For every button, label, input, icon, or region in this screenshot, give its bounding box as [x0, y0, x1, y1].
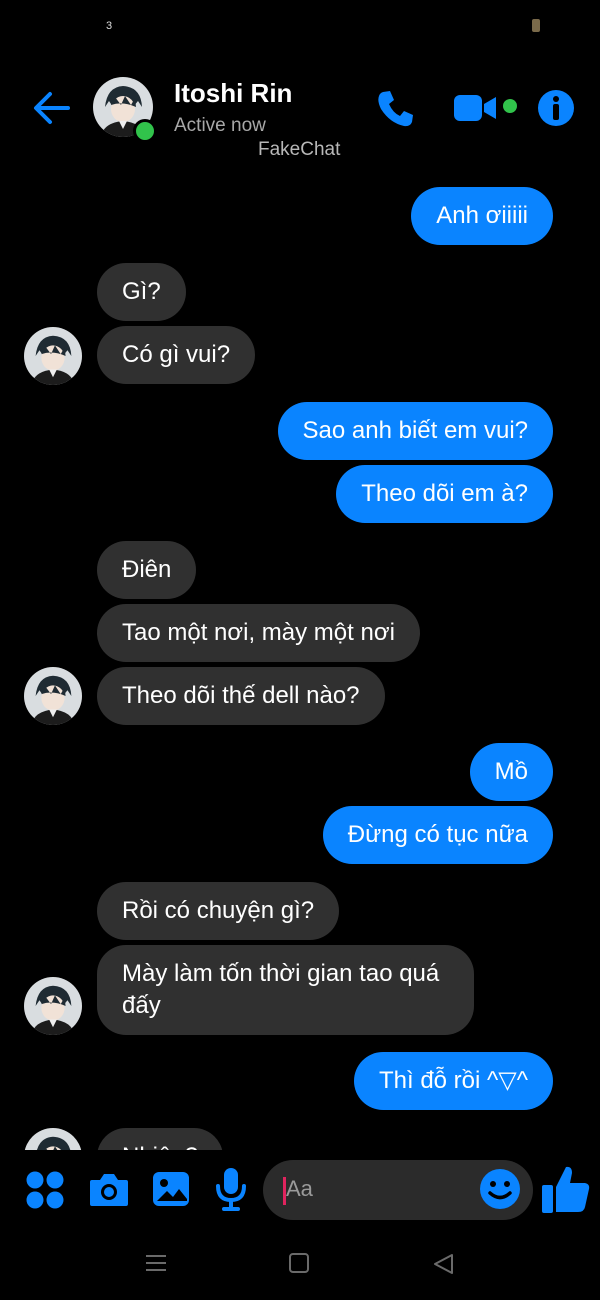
- camera-icon[interactable]: [88, 1170, 130, 1210]
- message-sent[interactable]: Đừng có tục nữa: [322, 806, 553, 864]
- active-status: Active now: [174, 115, 266, 136]
- message-received[interactable]: Mày làm tốn thời gian tao quá đấy: [97, 945, 475, 1035]
- watermark: FakeChat: [258, 139, 341, 160]
- video-online-dot: [503, 99, 517, 113]
- message-received[interactable]: Nhiêu?: [97, 1128, 224, 1150]
- message-received[interactable]: Gì?: [97, 263, 186, 321]
- message-input-placeholder: Aa: [286, 1176, 313, 1201]
- message-sent[interactable]: Mồ: [469, 743, 553, 801]
- contact-avatar-small: [24, 327, 82, 385]
- contact-avatar-small: [24, 1128, 82, 1150]
- phone-icon[interactable]: [374, 86, 418, 130]
- message-sent[interactable]: Sao anh biết em vui?: [277, 402, 553, 460]
- apps-icon[interactable]: [24, 1169, 66, 1211]
- message-sent[interactable]: Thì đỗ rồi ^▽^: [353, 1052, 553, 1110]
- menu-icon[interactable]: [145, 1253, 167, 1273]
- message-received[interactable]: Tao một nơi, mày một nơi: [97, 604, 420, 662]
- home-icon[interactable]: [289, 1253, 309, 1273]
- info-icon[interactable]: [536, 88, 576, 128]
- message-list[interactable]: Anh ơiiiii Gì? Có gì vui? Sao anh biết e…: [0, 180, 600, 1150]
- message-received[interactable]: Rồi có chuyện gì?: [97, 882, 340, 940]
- message-received[interactable]: Theo dõi thế dell nào?: [97, 667, 385, 725]
- battery-icon: [532, 19, 540, 32]
- status-bar: 3: [0, 0, 600, 55]
- online-indicator: [133, 119, 157, 143]
- message-received[interactable]: Điên: [97, 541, 197, 599]
- thumbs-up-icon[interactable]: [540, 1163, 592, 1215]
- system-back-icon[interactable]: [432, 1252, 456, 1276]
- message-sent[interactable]: Anh ơiiiii: [411, 187, 553, 245]
- microphone-icon[interactable]: [214, 1166, 248, 1212]
- gallery-icon[interactable]: [151, 1169, 191, 1209]
- back-arrow-icon[interactable]: [28, 85, 74, 131]
- message-sent[interactable]: Theo dõi em à?: [336, 465, 553, 523]
- contact-avatar-small: [24, 977, 82, 1035]
- emoji-icon[interactable]: [479, 1168, 521, 1210]
- notification-count: 3: [106, 20, 113, 32]
- video-camera-icon[interactable]: [452, 88, 500, 128]
- contact-avatar-small: [24, 667, 82, 725]
- message-received[interactable]: Có gì vui?: [97, 326, 256, 384]
- contact-name[interactable]: Itoshi Rin: [174, 78, 292, 109]
